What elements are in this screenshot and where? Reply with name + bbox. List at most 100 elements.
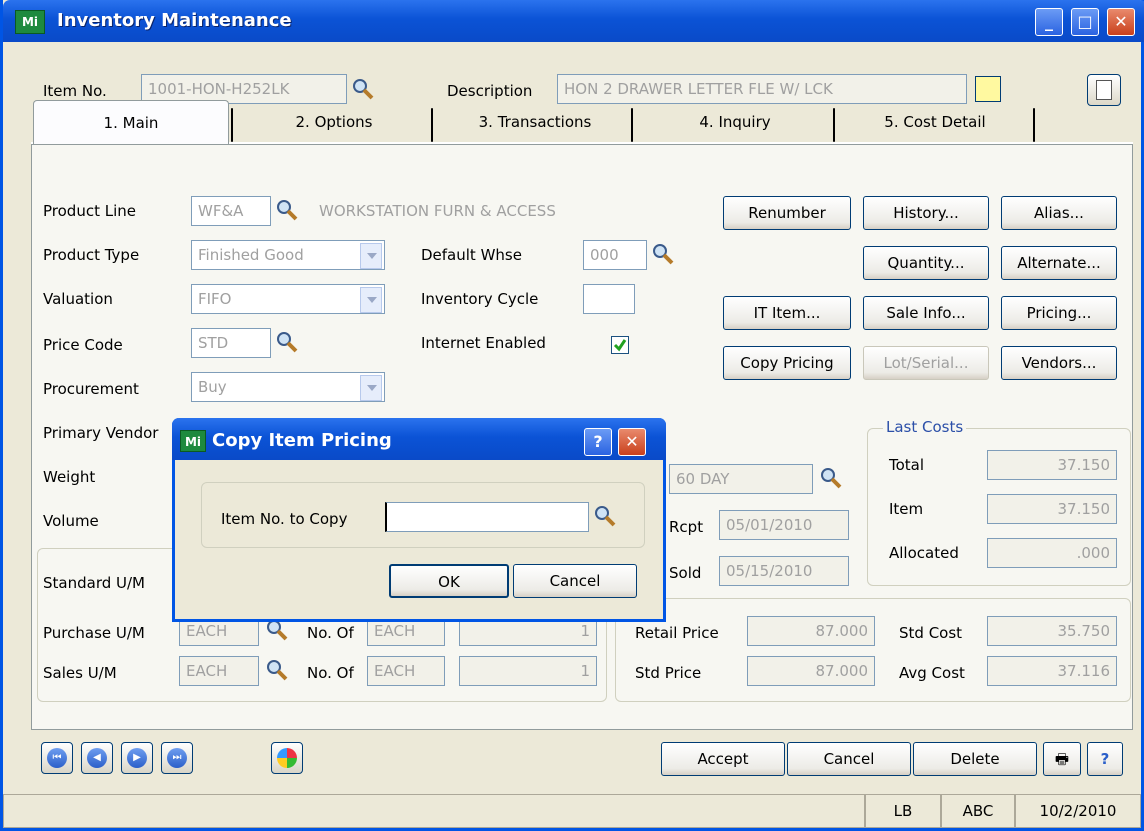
it-item-button[interactable]: IT Item... [723,296,851,330]
accept-button[interactable]: Accept [661,742,785,776]
printer-icon: 🖶 [1054,750,1070,768]
price-code-field[interactable]: STD [191,328,271,358]
internet-enabled-checkbox[interactable] [611,336,629,354]
purchase-noof-label: No. Of [307,624,354,642]
sales-um-label: Sales U/M [43,664,117,682]
status-message-pane [3,794,865,828]
inventory-cycle-label: Inventory Cycle [421,290,539,308]
copy-pricing-button[interactable]: Copy Pricing [723,346,851,380]
help-icon: ? [1100,750,1110,768]
tab-options[interactable]: 2. Options [235,100,433,144]
dialog-app-icon: Mi [180,430,206,452]
chevron-down-icon[interactable] [360,243,382,269]
retail-price-field: 87.000 [747,616,875,646]
product-type-select[interactable]: Finished Good [191,240,385,270]
chevron-down-icon[interactable] [360,375,382,401]
dialog-help-button[interactable]: ? [584,428,612,456]
dialog-title-bar[interactable]: Mi Copy Item Pricing ? ✕ [172,418,666,460]
last-sold-date: 05/15/2010 [719,556,849,586]
history-button[interactable]: History... [863,196,989,230]
lot-serial-button[interactable]: Lot/Serial... [863,346,989,380]
terms-field[interactable]: 60 DAY [669,464,813,494]
item-no-to-copy-input[interactable] [385,502,589,532]
product-line-label: Product Line [43,202,136,220]
weight-label: Weight [43,468,96,486]
pricing-button[interactable]: Pricing... [1001,296,1117,330]
item-no-to-copy-label: Item No. to Copy [221,510,348,528]
renumber-button[interactable]: Renumber [723,196,851,230]
app-icon: Mi [15,10,45,34]
default-whse-label: Default Whse [421,246,522,264]
title-bar[interactable]: Mi Inventory Maintenance _ □ ✕ [3,0,1144,42]
sale-info-button[interactable]: Sale Info... [863,296,989,330]
sales-qty-field[interactable]: 1 [459,656,597,686]
dialog-close-button[interactable]: ✕ [618,428,646,456]
total-cost-field: 37.150 [987,450,1117,480]
item-no-lookup-icon[interactable] [351,77,375,101]
sales-noof-label: No. Of [307,664,354,682]
first-record-button[interactable]: ⏮ [41,742,73,774]
ok-button[interactable]: OK [389,564,509,598]
tab-cost-detail[interactable]: 5. Cost Detail [837,100,1033,144]
quantity-button[interactable]: Quantity... [863,246,989,280]
internet-enabled-label: Internet Enabled [421,334,546,352]
vendors-button[interactable]: Vendors... [1001,346,1117,380]
product-line-description: WORKSTATION FURN & ACCESS [319,202,556,220]
valuation-select[interactable]: FIFO [191,284,385,314]
cancel-button[interactable]: Cancel [513,564,637,598]
inventory-cycle-field[interactable] [583,284,635,314]
chevron-down-icon[interactable] [360,287,382,313]
memo-icon[interactable] [975,76,1001,102]
previous-record-button[interactable]: ◀ [81,742,113,774]
sales-um-field[interactable]: EACH [179,656,259,686]
product-line-lookup-icon[interactable] [275,198,299,222]
procurement-label: Procurement [43,380,139,398]
last-record-button[interactable]: ⏭ [161,742,193,774]
volume-label: Volume [43,512,99,530]
primary-vendor-label: Primary Vendor [43,424,159,442]
tab-main[interactable]: 1. Main [33,100,229,144]
procurement-select[interactable]: Buy [191,372,385,402]
retail-price-label: Retail Price [635,624,719,642]
item-no-to-copy-lookup-icon[interactable] [593,504,617,528]
previous-icon: ◀ [87,748,107,768]
windows-logo-button[interactable] [271,742,303,774]
product-type-label: Product Type [43,246,140,264]
valuation-value: FIFO [198,290,232,308]
delete-button[interactable]: Delete [913,742,1037,776]
default-whse-field[interactable]: 000 [583,240,647,270]
alternate-button[interactable]: Alternate... [1001,246,1117,280]
product-line-field[interactable]: WF&A [191,196,271,226]
sales-um-lookup-icon[interactable] [265,658,289,682]
next-icon: ▶ [127,748,147,768]
sold-label: Sold [669,564,702,582]
price-code-lookup-icon[interactable] [275,330,299,354]
copy-item-pricing-dialog: Mi Copy Item Pricing ? ✕ Item No. to Cop… [172,418,666,622]
rcpt-label: Rcpt [669,518,704,536]
dialog-title: Copy Item Pricing [212,430,392,451]
sales-noof-field[interactable]: EACH [367,656,445,686]
close-button[interactable]: ✕ [1107,8,1135,36]
status-company: ABC [941,794,1015,828]
avg-cost-label: Avg Cost [899,664,965,682]
price-code-label: Price Code [43,336,123,354]
next-record-button[interactable]: ▶ [121,742,153,774]
terms-lookup-icon[interactable] [819,466,843,490]
alias-button[interactable]: Alias... [1001,196,1117,230]
first-icon: ⏮ [47,748,67,768]
default-whse-lookup-icon[interactable] [651,242,675,266]
tab-inquiry[interactable]: 4. Inquiry [635,100,835,144]
help-button[interactable]: ? [1087,742,1123,776]
windows-icon [277,748,297,768]
product-type-value: Finished Good [198,246,304,264]
tab-transactions[interactable]: 3. Transactions [435,100,635,144]
valuation-label: Valuation [43,290,113,308]
print-button[interactable]: 🖶 [1043,742,1081,776]
cancel-footer-button[interactable]: Cancel [787,742,911,776]
minimize-button[interactable]: _ [1035,8,1063,36]
procurement-value: Buy [198,378,227,396]
maximize-button[interactable]: □ [1071,8,1099,36]
notes-icon[interactable] [1087,74,1121,106]
std-price-label: Std Price [635,664,702,682]
allocated-cost-field: .000 [987,538,1117,568]
